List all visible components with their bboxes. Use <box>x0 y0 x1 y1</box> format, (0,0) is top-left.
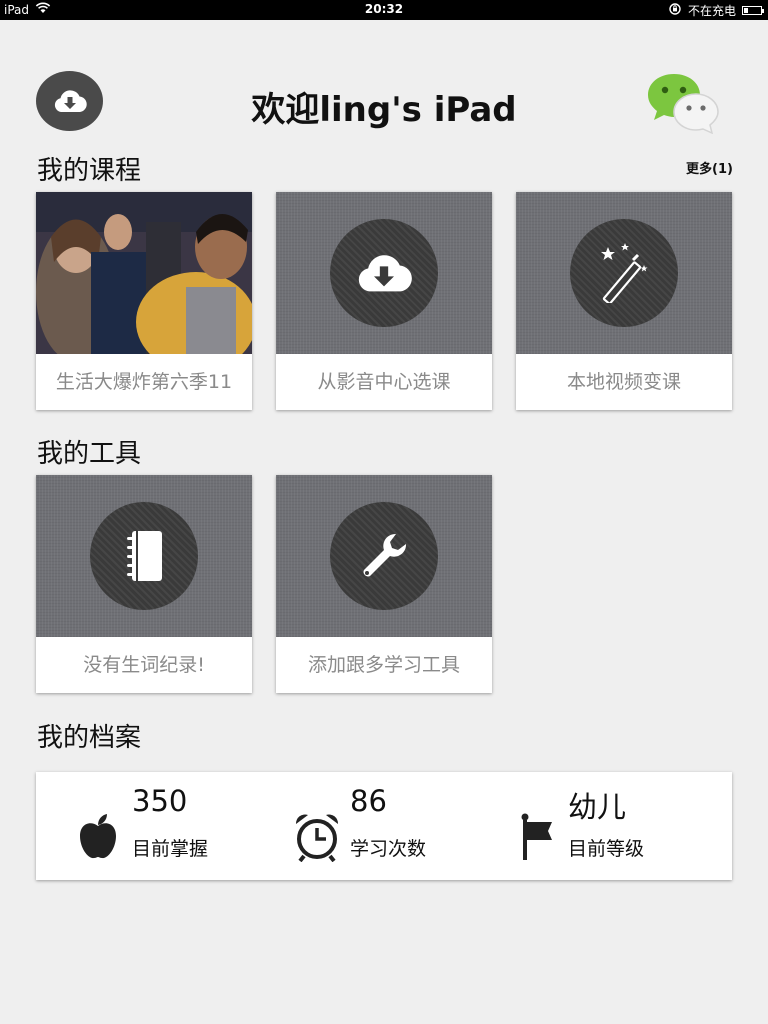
alarm-clock-icon <box>295 814 339 862</box>
icon-circle <box>330 219 438 327</box>
card-thumbnail <box>276 475 492 637</box>
battery-icon <box>742 6 764 15</box>
cloud-download-icon <box>358 255 412 292</box>
icon-circle <box>330 502 438 610</box>
card-thumbnail <box>516 192 732 354</box>
courses-section-title: 我的课程 <box>37 156 142 186</box>
status-bar-right: 不在充电 <box>668 2 764 19</box>
flag-icon <box>521 813 552 860</box>
add-more-tools-card[interactable]: 添加跟多学习工具 <box>276 475 492 693</box>
video-thumbnail <box>36 192 252 354</box>
rotation-lock-icon <box>668 3 682 18</box>
course-label: 生活大爆炸第六季11 <box>55 371 233 393</box>
card-label: 没有生词纪录! <box>83 654 205 676</box>
notebook-icon <box>127 531 162 581</box>
charging-status: 不在充电 <box>687 4 736 18</box>
mastered-label: 目前掌握 <box>132 838 209 860</box>
select-from-media-center-card[interactable]: 从影音中心选课 <box>276 192 492 410</box>
wrench-icon <box>363 533 407 577</box>
icon-circle <box>570 219 678 327</box>
vocabulary-notebook-card[interactable]: 没有生词纪录! <box>36 475 252 693</box>
level-stat: 幼儿 目前等级 <box>520 772 720 880</box>
wechat-button[interactable] <box>646 70 722 135</box>
tools-section-title: 我的工具 <box>37 439 142 469</box>
wechat-icon <box>648 74 719 135</box>
study-count-label: 学习次数 <box>350 838 427 860</box>
level-label: 目前等级 <box>568 838 645 860</box>
apple-icon <box>80 814 116 859</box>
card-label: 从影音中心选课 <box>317 371 451 393</box>
mastered-value: 350 <box>132 784 188 818</box>
course-card[interactable]: 生活大爆炸第六季11 <box>36 192 252 410</box>
card-label: 本地视频变课 <box>566 371 681 393</box>
magic-wand-icon <box>601 243 648 303</box>
more-courses-link[interactable]: 更多(1) <box>686 158 733 177</box>
local-video-to-course-card[interactable]: 本地视频变课 <box>516 192 732 410</box>
study-count-stat: 86 学习次数 <box>294 772 494 880</box>
study-count-value: 86 <box>350 784 387 818</box>
mastered-stat: 350 目前掌握 <box>78 772 278 880</box>
status-bar: iPad 20:32 不在充电 <box>0 0 768 20</box>
level-value: 幼儿 <box>568 790 627 824</box>
status-time: 20:32 <box>364 2 404 16</box>
card-thumbnail <box>36 475 252 637</box>
profile-section-title: 我的档案 <box>37 723 142 753</box>
icon-circle <box>90 502 198 610</box>
profile-panel: 350 目前掌握 86 学习次数 幼儿 目前等级 <box>36 772 732 880</box>
card-label: 添加跟多学习工具 <box>307 654 460 676</box>
card-thumbnail <box>276 192 492 354</box>
